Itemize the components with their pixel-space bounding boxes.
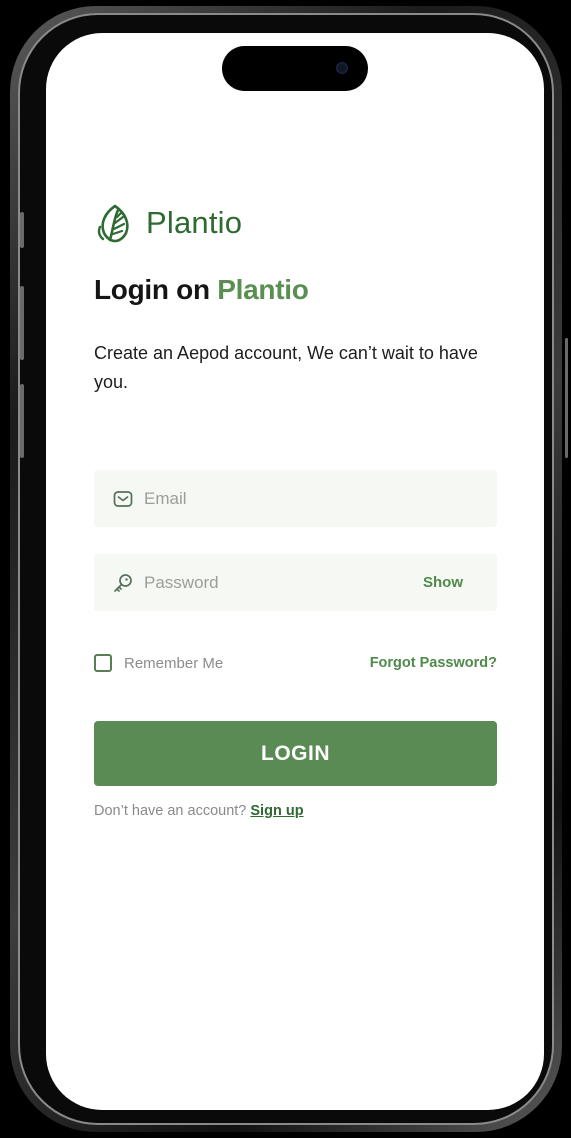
email-field[interactable] [94,470,497,527]
brand-logo: Plantio [96,201,242,245]
key-icon [114,573,132,592]
remember-me-label[interactable]: Remember Me [124,655,223,672]
forgot-password-link[interactable]: Forgot Password? [370,655,497,671]
remember-me-checkbox[interactable] [94,654,112,672]
front-camera [336,62,348,74]
password-input[interactable] [144,572,423,593]
signup-prompt-text: Don’t have an account? [94,803,247,819]
password-field[interactable]: Show [94,554,497,611]
dynamic-island [222,46,368,91]
signup-link[interactable]: Sign up [250,803,303,819]
volume-down-button [20,384,24,458]
page-title-brand: Plantio [217,274,309,305]
page-title: Login on Plantio [94,274,309,306]
volume-up-button [20,286,24,360]
signup-prompt: Don’t have an account? Sign up [94,803,304,819]
page-title-prefix: Login on [94,274,210,305]
power-button [565,338,568,458]
email-input[interactable] [144,488,479,509]
action-button [20,212,24,248]
mail-icon [113,490,133,507]
leaf-icon [97,204,129,243]
brand-name: Plantio [146,205,243,240]
page-subtitle: Create an Aepod account, We can’t wait t… [94,343,478,392]
show-password-button[interactable]: Show [423,574,463,591]
phone-screen: Plantio Login on Plantio Create an Aepod… [46,33,544,1110]
login-button[interactable]: LOGIN [94,721,497,786]
remember-me[interactable]: Remember Me [94,654,223,672]
